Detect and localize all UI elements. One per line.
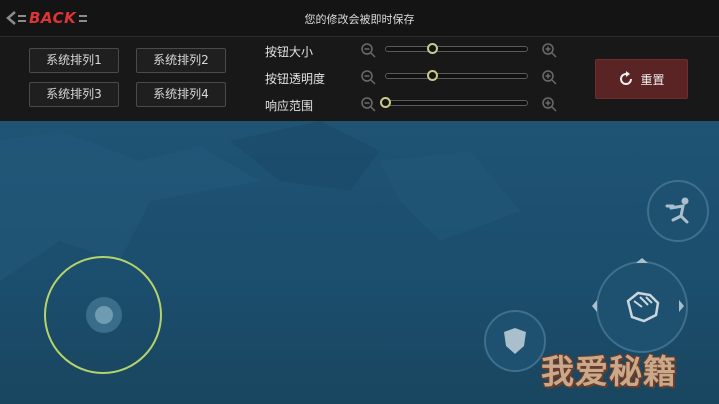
- zoom-out-icon[interactable]: [360, 96, 376, 112]
- top-bar: BACK 您的修改会被即时保存: [0, 0, 719, 37]
- page-title: 您的修改会被即时保存: [304, 13, 415, 26]
- shield-icon: [504, 328, 526, 354]
- joystick-thumb[interactable]: [95, 306, 113, 324]
- fist-icon: [626, 291, 660, 323]
- slider-track-button-size[interactable]: [385, 46, 528, 52]
- layout-button-2[interactable]: 系统排列2: [136, 48, 226, 73]
- zoom-out-icon[interactable]: [360, 42, 376, 58]
- zoom-out-icon[interactable]: [360, 69, 376, 85]
- chevron-left-icon: [592, 300, 597, 312]
- reset-button[interactable]: 重置: [595, 59, 688, 99]
- zoom-in-icon[interactable]: [541, 96, 557, 112]
- watermark-text: 我爱秘籍: [541, 352, 677, 391]
- jump-button[interactable]: [647, 180, 709, 242]
- layout-button-3[interactable]: 系统排列3: [29, 82, 119, 107]
- layout-button-1[interactable]: 系统排列1: [29, 48, 119, 73]
- attack-button[interactable]: [596, 261, 688, 353]
- slider-track-response-range[interactable]: [385, 100, 528, 106]
- slider-label-response-range: 响应范围: [265, 99, 314, 113]
- layout-button-4[interactable]: 系统排列4: [136, 82, 226, 107]
- zoom-in-icon[interactable]: [541, 42, 557, 58]
- slider-knob-response-range[interactable]: [380, 97, 391, 108]
- slider-knob-button-size[interactable]: [427, 43, 439, 54]
- jump-icon: [665, 197, 689, 224]
- reset-label: 重置: [640, 72, 665, 87]
- chevron-up-icon: [636, 258, 648, 263]
- zoom-in-icon[interactable]: [541, 69, 557, 85]
- defend-button[interactable]: [484, 310, 546, 372]
- refresh-icon: [620, 71, 633, 85]
- slider-knob-button-opacity[interactable]: [427, 70, 439, 81]
- chevron-right-icon: [679, 300, 684, 312]
- slider-label-button-size: 按钮大小: [265, 45, 314, 59]
- slider-track-button-opacity[interactable]: [385, 73, 528, 79]
- slider-label-button-opacity: 按钮透明度: [265, 72, 326, 86]
